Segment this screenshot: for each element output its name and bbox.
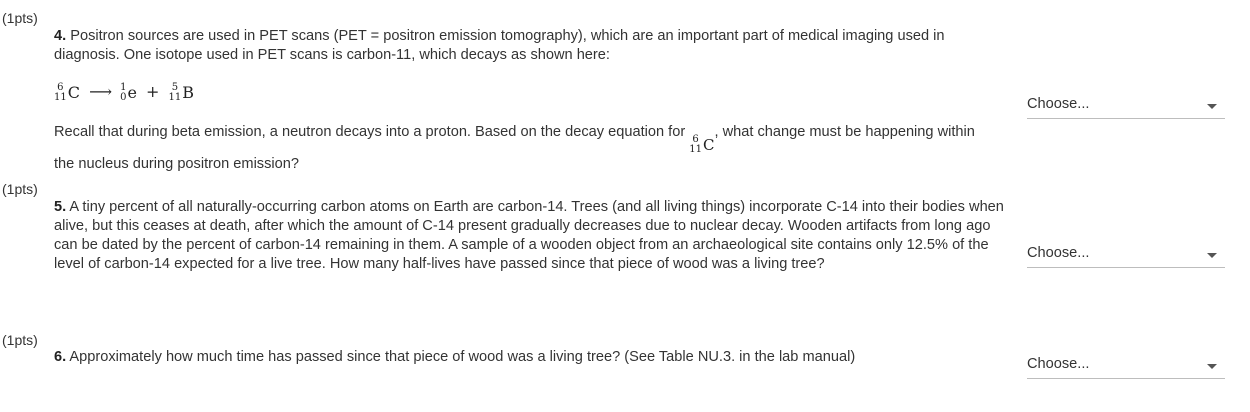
q6-text: Approximately how much time has passed s… xyxy=(69,349,856,365)
q5-answer-select[interactable]: Choose... xyxy=(1027,241,1225,268)
reactant-top-index: 6 xyxy=(57,81,64,93)
product1-symbol: e xyxy=(127,83,137,102)
product2-nuclide: 5 11 B xyxy=(168,81,195,103)
product1-nuclide: 1 0 e xyxy=(120,81,137,103)
q6-select-value: Choose... xyxy=(1027,356,1090,372)
q6-number: 6. xyxy=(54,349,67,365)
chevron-down-icon xyxy=(1207,253,1217,258)
chevron-down-icon xyxy=(1207,104,1217,109)
q4-answer-select[interactable]: Choose... xyxy=(1027,92,1225,119)
product2-top-index: 5 xyxy=(171,81,179,93)
product2-symbol: B xyxy=(182,83,195,102)
inline-nuclide-bottom: 11 xyxy=(689,144,702,155)
q4-prompt: 4. Positron sources are used in PET scan… xyxy=(54,27,984,65)
chevron-down-icon xyxy=(1207,364,1217,369)
q4-followup: Recall that during beta emission, a neut… xyxy=(54,123,984,174)
inline-nuclide-symbol: C xyxy=(702,135,715,154)
q4-points: (1pts) xyxy=(2,10,38,26)
q4-number: 4. xyxy=(54,28,67,44)
product1-bottom-index: 0 xyxy=(120,91,127,103)
q4-text-part2-before: Recall that during beta emission, a neut… xyxy=(54,124,686,140)
reactant-symbol: C xyxy=(67,83,80,102)
reaction-arrow: ⟶ xyxy=(89,82,113,101)
plus-sign: + xyxy=(146,82,160,101)
q6-prompt: 6. Approximately how much time has passe… xyxy=(54,348,994,367)
q4-text-part1: Positron sources are used in PET scans (… xyxy=(54,28,945,63)
product1-top-index: 1 xyxy=(120,81,127,93)
reactant-bottom-index: 11 xyxy=(54,91,67,103)
q6-points: (1pts) xyxy=(2,332,38,348)
reactant-nuclide: 6 11 C xyxy=(54,81,80,103)
q4-select-value: Choose... xyxy=(1027,96,1090,112)
q4-decay-equation: 6 11 C ⟶ 1 0 e + 5 11 B xyxy=(54,82,194,103)
q5-number: 5. xyxy=(54,199,67,215)
product2-bottom-index: 11 xyxy=(168,91,182,103)
q5-text: A tiny percent of all naturally-occurrin… xyxy=(54,199,1004,272)
inline-nuclide: 6 11 C xyxy=(689,135,714,155)
q5-points: (1pts) xyxy=(2,181,38,197)
q5-prompt: 5. A tiny percent of all naturally-occur… xyxy=(54,198,1012,274)
q5-select-value: Choose... xyxy=(1027,245,1090,261)
q6-answer-select[interactable]: Choose... xyxy=(1027,352,1225,379)
